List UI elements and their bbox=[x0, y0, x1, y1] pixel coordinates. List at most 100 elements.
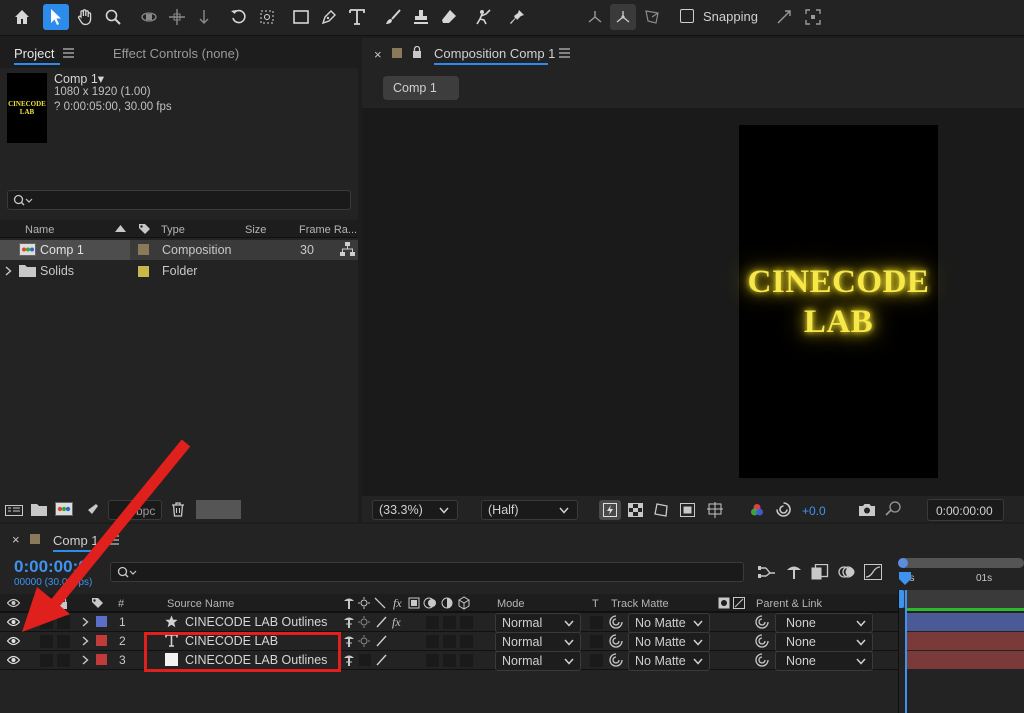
layer-visibility-eye-icon[interactable] bbox=[7, 655, 20, 665]
tab-project[interactable]: Project bbox=[14, 46, 54, 61]
interpret-footage-icon[interactable] bbox=[5, 503, 23, 517]
col-type-header[interactable]: Type bbox=[161, 224, 185, 236]
parent-pickwhip-icon[interactable] bbox=[755, 653, 769, 667]
color-channels-icon[interactable] bbox=[750, 503, 764, 517]
pickwhip-icon[interactable] bbox=[609, 653, 623, 667]
parent-pickwhip-icon[interactable] bbox=[755, 615, 769, 629]
blend-mode-dropdown[interactable]: Normal bbox=[495, 613, 581, 633]
expand-layer-chevron-icon[interactable] bbox=[82, 617, 89, 627]
playhead-marker-icon[interactable] bbox=[899, 572, 911, 586]
label-color-swatch[interactable] bbox=[138, 244, 149, 255]
expand-chevron-icon[interactable] bbox=[5, 266, 12, 276]
pickwhip-icon[interactable] bbox=[609, 615, 623, 629]
puppet-pin-icon[interactable] bbox=[504, 4, 530, 30]
layer-switches[interactable]: fx bbox=[343, 615, 407, 629]
lock-icon[interactable] bbox=[412, 46, 422, 58]
expand-layer-chevron-icon[interactable] bbox=[82, 636, 89, 646]
track-matte-dropdown[interactable]: No Matte bbox=[628, 632, 710, 652]
orbit-camera-icon[interactable] bbox=[136, 4, 162, 30]
parent-pickwhip-icon[interactable] bbox=[755, 634, 769, 648]
render-queue-icon[interactable] bbox=[84, 502, 100, 518]
layer-duration-bar[interactable] bbox=[906, 651, 1024, 669]
track-matte-dropdown[interactable]: No Matte bbox=[628, 613, 710, 633]
blend-mode-dropdown[interactable]: Normal bbox=[495, 632, 581, 652]
shy-layers-icon[interactable] bbox=[785, 564, 803, 580]
snapshot-camera-icon[interactable] bbox=[859, 503, 875, 516]
lock-switch[interactable] bbox=[57, 635, 70, 648]
layer-switches[interactable] bbox=[343, 653, 407, 667]
parent-dropdown[interactable]: None bbox=[775, 632, 873, 652]
3d-layer-switch[interactable] bbox=[460, 616, 473, 629]
snap-expand-icon[interactable] bbox=[800, 4, 826, 30]
panel-menu-icon[interactable] bbox=[108, 535, 119, 545]
solo-switch[interactable] bbox=[40, 654, 53, 667]
home-icon[interactable] bbox=[9, 4, 35, 30]
layer-visibility-eye-icon[interactable] bbox=[7, 636, 20, 646]
roto-brush-icon[interactable] bbox=[470, 4, 496, 30]
snapping-checkbox[interactable] bbox=[680, 9, 694, 23]
parent-dropdown[interactable]: None bbox=[775, 651, 873, 671]
comp-info-name[interactable]: Comp 1▾ bbox=[54, 71, 104, 86]
track-matte-dropdown[interactable]: No Matte bbox=[628, 651, 710, 671]
hand-tool-icon[interactable] bbox=[72, 4, 98, 30]
frame-blending-icon[interactable] bbox=[811, 564, 829, 580]
time-ruler[interactable] bbox=[898, 572, 1024, 590]
graph-editor-icon[interactable] bbox=[864, 564, 882, 580]
source-name-header[interactable]: Source Name bbox=[167, 598, 234, 610]
new-composition-icon[interactable] bbox=[55, 502, 73, 516]
preserve-transparency-switch[interactable] bbox=[590, 654, 603, 667]
exposure-value[interactable]: +0.0 bbox=[802, 504, 826, 518]
region-of-interest-icon[interactable] bbox=[680, 503, 695, 517]
dolly-camera-icon[interactable] bbox=[191, 4, 217, 30]
col-name-header[interactable]: Name bbox=[25, 224, 54, 236]
motion-blur-switch[interactable] bbox=[426, 635, 439, 648]
fast-previews-icon[interactable] bbox=[599, 500, 621, 520]
adjustment-switch[interactable] bbox=[443, 616, 456, 629]
transparency-grid-icon[interactable] bbox=[628, 503, 643, 517]
layer-switches[interactable] bbox=[343, 634, 407, 648]
label-color-swatch[interactable] bbox=[138, 266, 149, 277]
layer-duration-bar[interactable] bbox=[906, 632, 1024, 650]
bit-depth-button[interactable]: bpc bbox=[108, 500, 162, 520]
eraser-tool-icon[interactable] bbox=[436, 4, 462, 30]
panel-menu-icon[interactable] bbox=[559, 48, 570, 58]
zoom-tool-icon[interactable] bbox=[100, 4, 126, 30]
reset-exposure-icon[interactable] bbox=[776, 502, 791, 517]
viewer-timecode[interactable]: 0:00:00:00 bbox=[927, 499, 1004, 521]
solo-switch[interactable] bbox=[40, 616, 53, 629]
comp-mini-flowchart-icon[interactable] bbox=[758, 564, 776, 580]
tab-composition-comp1[interactable]: Composition Comp 1 bbox=[434, 46, 555, 61]
layer-source-name[interactable]: CINECODE LAB Outlines bbox=[185, 615, 327, 629]
pen-tool-icon[interactable] bbox=[316, 4, 342, 30]
layer-label-swatch[interactable] bbox=[96, 635, 107, 646]
3d-layer-switch[interactable] bbox=[460, 635, 473, 648]
brush-tool-icon[interactable] bbox=[380, 4, 406, 30]
anchor-point-tool-icon[interactable] bbox=[254, 4, 280, 30]
layer-label-swatch[interactable] bbox=[96, 616, 107, 627]
motion-blur-switch[interactable] bbox=[426, 616, 439, 629]
comp-breadcrumb-button[interactable]: Comp 1 bbox=[383, 76, 459, 100]
blend-mode-dropdown[interactable]: Normal bbox=[495, 651, 581, 671]
panel-menu-icon[interactable] bbox=[63, 48, 74, 58]
zoom-dropdown[interactable]: (33.3%) bbox=[372, 500, 458, 520]
project-thumbnail-slider[interactable] bbox=[196, 500, 241, 519]
time-navigator-bar[interactable] bbox=[898, 558, 1024, 568]
work-area-bar[interactable] bbox=[898, 590, 1024, 608]
timeline-search-input[interactable] bbox=[110, 562, 744, 582]
label-column-icon[interactable] bbox=[138, 223, 151, 235]
current-time-display[interactable]: 0:00:00:0 bbox=[14, 557, 88, 577]
type-tool-icon[interactable] bbox=[344, 4, 370, 30]
parent-dropdown[interactable]: None bbox=[775, 613, 873, 633]
rectangle-tool-icon[interactable] bbox=[288, 4, 314, 30]
preserve-transparency-switch[interactable] bbox=[590, 635, 603, 648]
axis-view-icon[interactable] bbox=[639, 4, 665, 30]
resolution-dropdown[interactable]: (Half) bbox=[481, 500, 578, 520]
pickwhip-icon[interactable] bbox=[609, 634, 623, 648]
clone-stamp-icon[interactable] bbox=[408, 4, 434, 30]
new-folder-icon[interactable] bbox=[31, 503, 47, 516]
layer-duration-bar[interactable] bbox=[906, 613, 1024, 631]
show-snapshot-icon[interactable] bbox=[885, 501, 902, 516]
label-column-icon[interactable] bbox=[91, 597, 104, 609]
snap-feather-icon[interactable] bbox=[771, 4, 797, 30]
close-tab-icon[interactable]: × bbox=[12, 532, 20, 547]
